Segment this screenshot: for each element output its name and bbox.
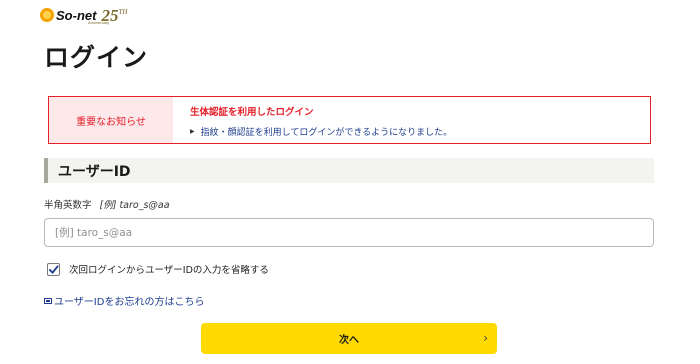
notice-item-text[interactable]: 指紋・顔認証を利用してログインができるようになりました。 bbox=[201, 125, 453, 138]
hint-example: [例] taro_s@aa bbox=[99, 200, 170, 211]
window-icon bbox=[44, 297, 52, 304]
notice-item[interactable]: ▶ 指紋・顔認証を利用してログインができるようになりました。 bbox=[190, 125, 452, 138]
anniversary-caption: Anniversary bbox=[88, 20, 110, 25]
hint-label: 半角英数字 bbox=[44, 200, 92, 211]
checkmark-icon bbox=[48, 264, 59, 274]
remember-label[interactable]: 次回ログインからユーザーIDの入力を省略する bbox=[69, 262, 269, 276]
remember-checkbox[interactable] bbox=[47, 262, 60, 276]
page-title: ログイン bbox=[44, 43, 149, 72]
sonet-logo-mark-icon bbox=[40, 8, 54, 22]
user-id-section-header: ユーザーID bbox=[44, 158, 654, 183]
user-id-hint: 半角英数字 [例] taro_s@aa bbox=[44, 197, 170, 211]
notice-label: 重要なお知らせ bbox=[49, 97, 173, 143]
important-notice: 重要なお知らせ 生体認証を利用したログイン ▶ 指紋・顔認証を利用してログインが… bbox=[48, 96, 651, 144]
next-button[interactable]: 次へ › bbox=[201, 323, 497, 354]
chevron-right-icon: › bbox=[483, 331, 488, 345]
triangle-bullet-icon: ▶ bbox=[190, 128, 195, 135]
remember-user-id[interactable]: 次回ログインからユーザーIDの入力を省略する bbox=[47, 262, 269, 276]
forgot-user-id-link[interactable]: ユーザーIDをお忘れの方はこちら bbox=[44, 293, 204, 308]
notice-title: 生体認証を利用したログイン bbox=[190, 107, 314, 118]
anniversary-suffix: TH bbox=[118, 7, 128, 16]
forgot-link-text[interactable]: ユーザーIDをお忘れの方はこちら bbox=[54, 293, 204, 308]
sonet-logo[interactable]: So-net 25 TH bbox=[40, 6, 127, 24]
user-id-input[interactable] bbox=[44, 218, 654, 247]
next-button-label: 次へ bbox=[339, 335, 359, 346]
notice-body: 生体認証を利用したログイン ▶ 指紋・顔認証を利用してログインができるようになり… bbox=[173, 97, 452, 143]
section-heading: ユーザーID bbox=[58, 163, 131, 180]
